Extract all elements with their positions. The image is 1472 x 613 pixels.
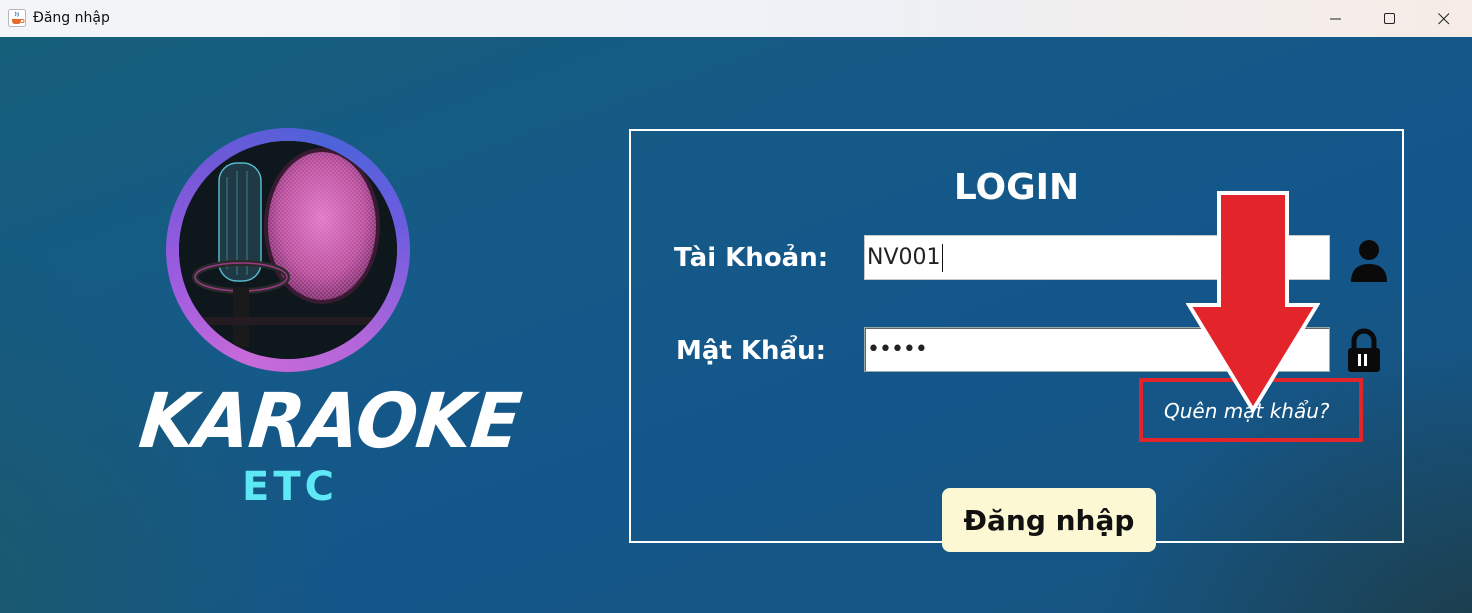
lock-icon bbox=[1344, 327, 1384, 375]
username-value: NV001 bbox=[867, 245, 941, 270]
red-arrow-annotation-icon bbox=[1186, 191, 1320, 414]
logo-subtitle: ETC bbox=[242, 464, 338, 510]
password-label: Mật Khẩu: bbox=[676, 336, 827, 366]
login-button[interactable]: Đăng nhập bbox=[942, 488, 1156, 552]
minimize-button[interactable] bbox=[1310, 0, 1362, 37]
maximize-button[interactable] bbox=[1364, 0, 1416, 37]
username-label: Tài Khoản: bbox=[674, 243, 829, 273]
microphone-icon bbox=[179, 141, 397, 359]
maximize-icon bbox=[1384, 12, 1395, 24]
text-caret bbox=[941, 244, 943, 272]
close-button[interactable] bbox=[1418, 0, 1470, 37]
minimize-icon bbox=[1330, 18, 1341, 19]
java-cup-icon bbox=[8, 9, 26, 27]
window-title: Đăng nhập bbox=[33, 10, 110, 26]
close-icon bbox=[1438, 12, 1450, 24]
user-icon bbox=[1349, 236, 1389, 284]
window-titlebar: Đăng nhập bbox=[0, 0, 1472, 37]
password-value: ••••• bbox=[867, 337, 928, 362]
login-window-body: KARAOKE ETC LOGIN Tài Khoản: NV001 Mật K… bbox=[0, 37, 1472, 613]
karaoke-logo-emblem bbox=[166, 128, 410, 372]
logo-title: KARAOKE bbox=[135, 376, 525, 466]
